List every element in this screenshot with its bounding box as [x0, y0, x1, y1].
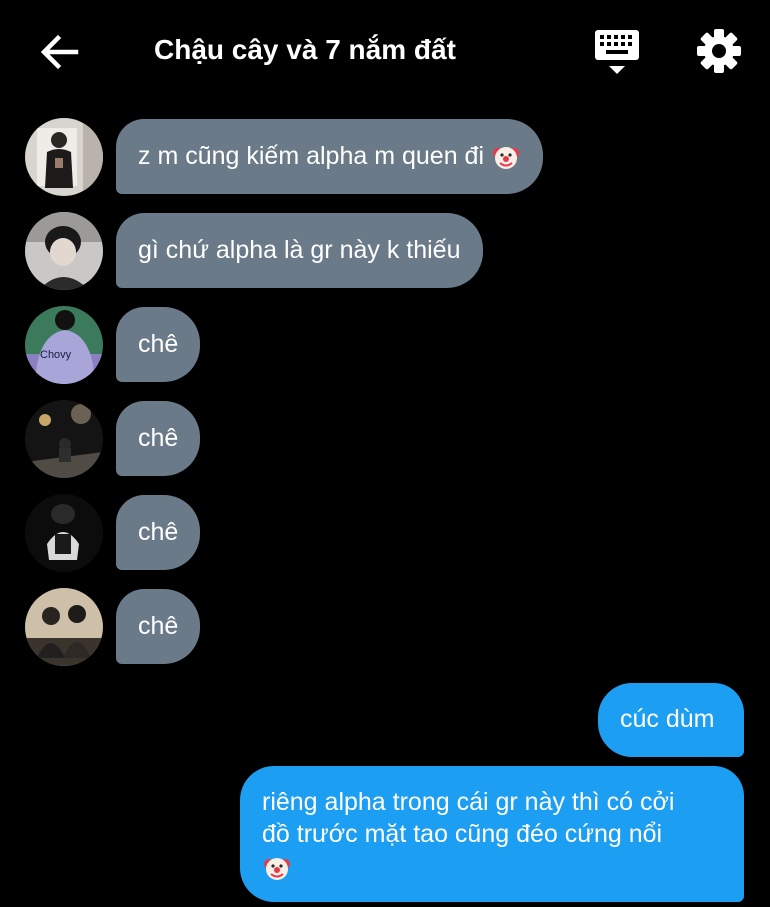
arrow-left-icon — [40, 34, 79, 70]
profile-photo — [25, 400, 103, 478]
profile-photo: Chovy — [25, 306, 103, 384]
message-text: z m cũng kiếm alpha m quen đi — [138, 142, 485, 170]
avatar-caption: Chovy — [40, 349, 72, 361]
avatar[interactable]: Chovy — [25, 306, 103, 384]
clown-face-emoji — [262, 853, 292, 883]
avatar[interactable] — [25, 118, 103, 196]
message-text: cúc dùm — [620, 705, 715, 733]
chat-title: Chậu cây và 7 nắm đất — [154, 34, 456, 65]
message-text: chê — [138, 612, 179, 640]
profile-photo — [25, 588, 103, 666]
settings-button[interactable] — [694, 26, 744, 76]
message-text: chê — [138, 330, 179, 358]
keyboard-icon — [595, 30, 639, 74]
message-text: chê — [138, 424, 179, 452]
message-text: chê — [138, 518, 179, 546]
message-bubble-outgoing[interactable]: cúc dùm — [598, 683, 744, 757]
chat-header: Chậu cây và 7 nắm đất — [0, 0, 770, 100]
message-bubble[interactable]: chê — [116, 495, 201, 570]
back-button[interactable] — [36, 28, 84, 76]
profile-photo — [25, 494, 103, 572]
clown-face-emoji — [491, 142, 521, 172]
message-text: gì chứ alpha là gr này k thiếu — [138, 236, 461, 264]
avatar[interactable] — [25, 588, 103, 666]
message-bubble-outgoing[interactable]: riêng alpha trong cái gr này thì có cởi … — [240, 766, 744, 902]
avatar[interactable] — [25, 212, 103, 290]
keyboard-button[interactable] — [590, 26, 644, 78]
avatar[interactable] — [25, 494, 103, 572]
message-bubble[interactable]: chê — [116, 589, 201, 664]
message-text-line: đồ trước mặt tao cũng đéo cứng nổi — [262, 820, 663, 848]
gear-icon — [697, 29, 741, 73]
profile-photo — [25, 212, 103, 290]
message-text-line: riêng alpha trong cái gr này thì có cởi — [262, 788, 675, 816]
profile-photo — [25, 118, 103, 196]
message-bubble[interactable]: chê — [116, 307, 201, 382]
message-bubble[interactable]: chê — [116, 401, 201, 476]
message-bubble[interactable]: z m cũng kiếm alpha m quen đi — [116, 119, 543, 194]
message-bubble[interactable]: gì chứ alpha là gr này k thiếu — [116, 213, 483, 288]
avatar[interactable] — [25, 400, 103, 478]
